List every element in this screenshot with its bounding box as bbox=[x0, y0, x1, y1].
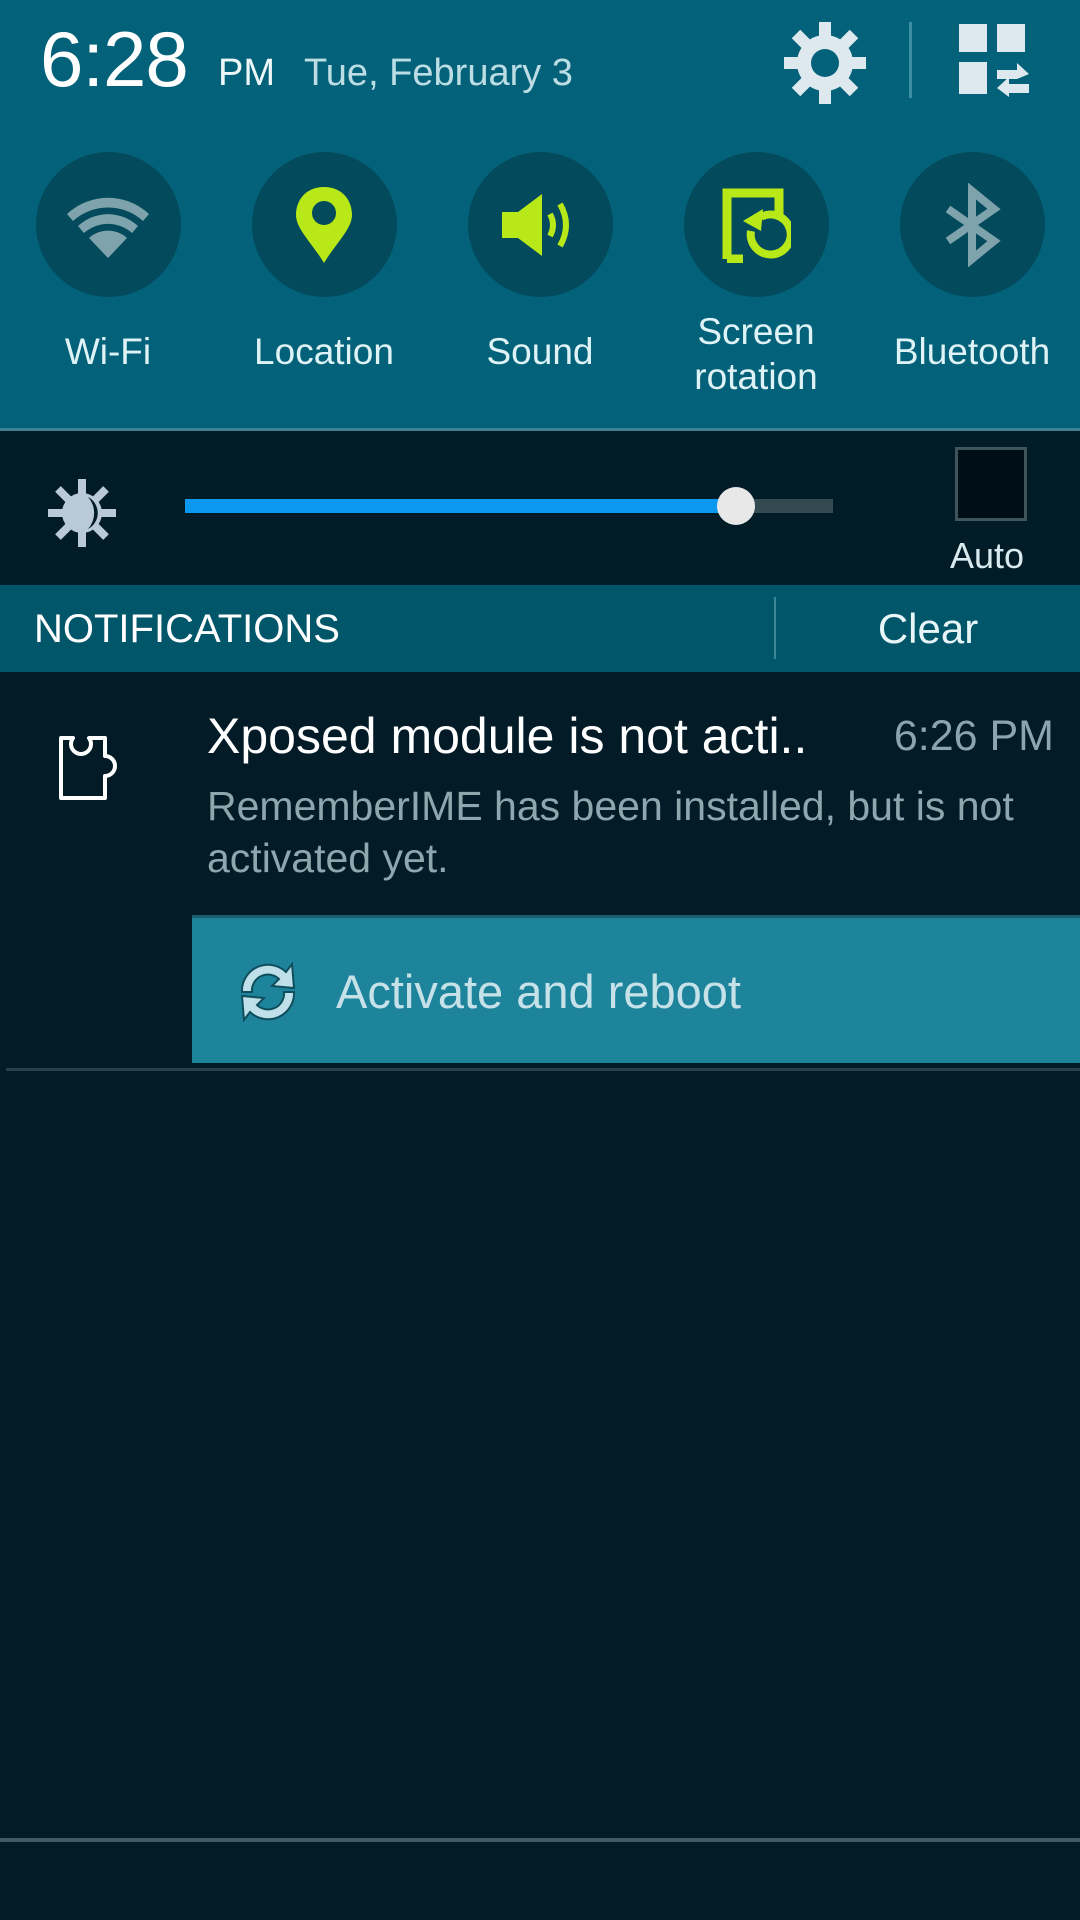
toggle-screen-rotation-label-line1: Screen bbox=[697, 311, 815, 352]
toggle-wifi-button[interactable] bbox=[35, 152, 181, 297]
notification-title: Xposed module is not acti.. bbox=[207, 708, 808, 764]
gear-icon bbox=[784, 22, 866, 104]
speaker-icon bbox=[502, 193, 569, 256]
clear-button[interactable]: Clear bbox=[776, 585, 1080, 672]
toggle-bluetooth-label: Bluetooth bbox=[893, 331, 1051, 372]
toggle-bluetooth-button[interactable] bbox=[899, 152, 1045, 297]
notifications-title: NOTIFICATIONS bbox=[34, 607, 340, 651]
toggle-screen-rotation[interactable]: Screen rotation bbox=[666, 152, 846, 399]
activate-and-reboot-label: Activate and reboot bbox=[336, 965, 741, 1018]
date-label[interactable]: Tue, February 3 bbox=[304, 52, 573, 95]
panel-bottom-divider[interactable] bbox=[0, 1838, 1080, 1842]
notification-item[interactable]: Xposed module is not acti.. 6:26 PM Reme… bbox=[0, 672, 1080, 1068]
brightness-icon bbox=[44, 475, 120, 551]
notification-body: RememberIME has been installed, but is n… bbox=[207, 783, 1014, 881]
grid-edit-icon bbox=[959, 24, 1029, 97]
location-pin-icon bbox=[296, 186, 352, 263]
toggle-sound[interactable]: Sound bbox=[450, 152, 630, 374]
wifi-icon bbox=[67, 197, 149, 258]
brightness-slider[interactable] bbox=[185, 487, 833, 525]
auto-brightness-checkbox[interactable] bbox=[955, 447, 1027, 521]
notification-divider bbox=[6, 1068, 1080, 1071]
brightness-slider-thumb[interactable] bbox=[716, 487, 755, 525]
toggle-screen-rotation-label: Screen rotation bbox=[666, 309, 846, 399]
header-divider bbox=[909, 22, 912, 98]
notifications-header: NOTIFICATIONS Clear bbox=[0, 585, 1080, 672]
toggle-sound-button[interactable] bbox=[467, 152, 613, 297]
bluetooth-icon bbox=[945, 182, 1001, 267]
notification-time: 6:26 PM bbox=[893, 712, 1054, 760]
brightness-slider-fill bbox=[185, 499, 736, 513]
toggle-wifi[interactable]: Wi-Fi bbox=[18, 152, 198, 374]
toggle-screen-rotation-button[interactable] bbox=[683, 152, 829, 297]
toggle-sound-label: Sound bbox=[486, 331, 594, 372]
activate-and-reboot-button[interactable]: Activate and reboot bbox=[192, 915, 1080, 1063]
auto-brightness-label: Auto bbox=[950, 535, 1025, 576]
screen-rotation-icon bbox=[722, 188, 791, 263]
toggle-location-button[interactable] bbox=[251, 152, 397, 297]
toggle-bluetooth[interactable]: Bluetooth bbox=[882, 152, 1062, 374]
puzzle-piece-icon bbox=[55, 734, 135, 804]
toggle-location[interactable]: Location bbox=[234, 152, 414, 374]
edit-quick-settings-button[interactable] bbox=[955, 20, 1035, 100]
toggle-screen-rotation-label-line2: rotation bbox=[694, 356, 818, 397]
settings-button[interactable] bbox=[780, 18, 870, 108]
clock-time: 6:28 bbox=[40, 15, 189, 103]
brightness-row: Auto bbox=[0, 431, 1080, 585]
clock-ampm: PM bbox=[218, 52, 275, 94]
toggle-location-label: Location bbox=[254, 331, 394, 372]
toggle-wifi-label: Wi-Fi bbox=[64, 331, 152, 372]
refresh-icon bbox=[230, 954, 306, 1030]
